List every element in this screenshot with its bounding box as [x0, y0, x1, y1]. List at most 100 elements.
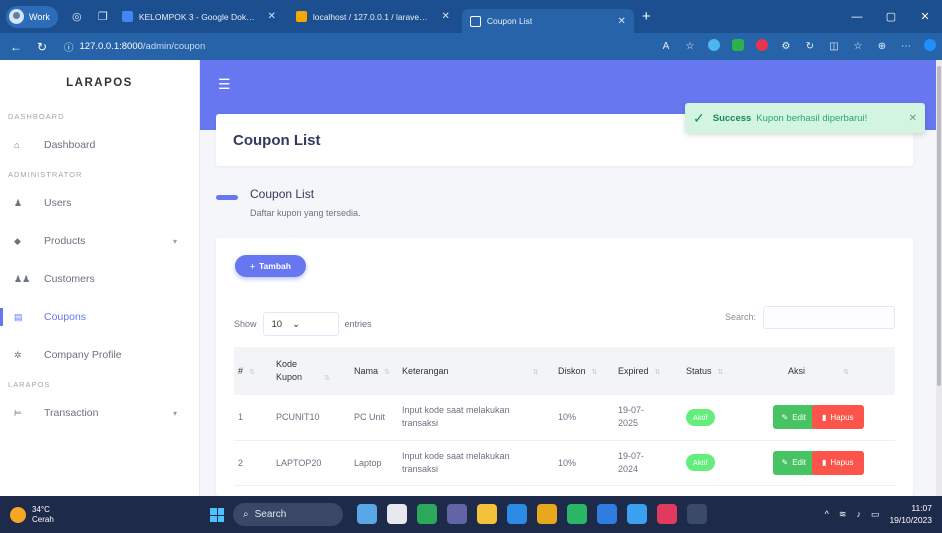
- battery-icon[interactable]: ▭: [871, 509, 880, 520]
- extension-icon[interactable]: [726, 39, 750, 54]
- tab-phpmyadmin[interactable]: localhost / 127.0.0.1 / laravel_lar ✕: [288, 5, 458, 29]
- app-icon[interactable]: [657, 504, 677, 524]
- chevron-up-icon[interactable]: ^: [825, 509, 829, 519]
- sidebar-item-label: Company Profile: [44, 349, 122, 361]
- volume-icon[interactable]: ♪: [856, 509, 861, 519]
- tab-actions-icon[interactable]: ❐: [96, 10, 110, 23]
- more-icon[interactable]: ⋯: [894, 41, 918, 52]
- sidebar-item-label: Coupons: [44, 311, 87, 323]
- sidebar-section-administrator: ADMINISTRATOR: [8, 169, 83, 179]
- edit-button[interactable]: ✎ Edit: [773, 405, 814, 430]
- sort-icon: ⇅: [249, 369, 255, 376]
- back-icon[interactable]: ←: [6, 40, 26, 54]
- col-header-status[interactable]: Status ⇅: [682, 347, 742, 395]
- maximize-icon[interactable]: ▢: [874, 0, 908, 33]
- extension-icon[interactable]: ⚙: [774, 41, 798, 52]
- sidebar-item-transaction[interactable]: ⊨ Transaction ▾: [0, 394, 199, 432]
- sidebar-item-label: Customers: [44, 273, 95, 285]
- add-coupon-button[interactable]: + Tambah: [235, 255, 306, 277]
- table-row: 2 LAPTOP20 Laptop Input kode saat melaku…: [234, 440, 895, 486]
- new-tab-icon[interactable]: +: [642, 8, 651, 25]
- close-window-icon[interactable]: ✕: [908, 0, 942, 33]
- tab-title: KELOMPOK 3 - Google Dokumen: [138, 11, 256, 22]
- search-input[interactable]: [763, 306, 895, 329]
- cell-no: 1: [234, 395, 272, 441]
- brand-logo[interactable]: LARAPOS: [0, 60, 199, 106]
- weather-condition: Cerah: [32, 514, 54, 524]
- copilot-icon[interactable]: [918, 39, 942, 54]
- url-field[interactable]: ⓘ 127.0.0.1:8000/admin/coupon: [64, 40, 205, 54]
- sidebar-item-coupons[interactable]: ▤ Coupons: [0, 298, 199, 336]
- favorites-icon[interactable]: ☆: [846, 41, 870, 52]
- terminal-app-icon[interactable]: [687, 504, 707, 524]
- col-header-kode[interactable]: Kode Kupon ⇅: [272, 347, 350, 395]
- windows-taskbar: 34°C Cerah ⌕ Search ^ ≋ ♪ ▭ 11:07 19/10/…: [0, 496, 942, 533]
- sidebar-item-label: Transaction: [44, 407, 99, 419]
- chrome-app-icon[interactable]: [537, 504, 557, 524]
- sidebar-item-users[interactable]: ♟ Users: [0, 184, 199, 222]
- extension-icon[interactable]: [750, 39, 774, 54]
- sidebar-item-products[interactable]: ◆ Products ▾: [0, 222, 199, 260]
- sort-icon: ⇅: [384, 369, 390, 376]
- col-header-nama[interactable]: Nama ⇅: [350, 347, 398, 395]
- col-header-keterangan[interactable]: Keterangan ⇅: [398, 347, 554, 395]
- messaging-app-icon[interactable]: [567, 504, 587, 524]
- taskbar-apps: [357, 504, 707, 524]
- close-tab-icon[interactable]: ✕: [611, 16, 625, 27]
- delete-button[interactable]: ▮ Hapus: [811, 405, 864, 430]
- favorite-icon[interactable]: ☆: [678, 41, 702, 52]
- tab-coupon-list[interactable]: Coupon List ✕: [461, 9, 634, 33]
- close-tab-icon[interactable]: ✕: [261, 11, 275, 22]
- collections-icon[interactable]: ⊕: [870, 41, 894, 52]
- page-scrollbar[interactable]: [936, 60, 942, 496]
- task-view-icon[interactable]: [387, 504, 407, 524]
- weather-widget[interactable]: 34°C Cerah: [10, 505, 54, 525]
- tab-title: localhost / 127.0.0.1 / laravel_lar: [312, 11, 430, 22]
- clock[interactable]: 11:07 19/10/2023: [889, 502, 932, 526]
- col-header-expired[interactable]: Expired ⇅: [614, 347, 682, 395]
- profile-button[interactable]: Work: [6, 5, 58, 28]
- sort-icon: ⇅: [324, 375, 330, 382]
- split-screen-icon[interactable]: ◫: [822, 41, 846, 52]
- sidebar-item-company-profile[interactable]: ✲ Company Profile: [0, 336, 199, 374]
- refresh-extension-icon[interactable]: ↻: [798, 41, 822, 52]
- edge-app-icon[interactable]: [507, 504, 527, 524]
- whatsapp-app-icon[interactable]: [417, 504, 437, 524]
- widgets-app-icon[interactable]: [357, 504, 377, 524]
- col-header-aksi[interactable]: Aksi ⇅: [742, 347, 895, 395]
- chevron-down-icon: ⌄: [292, 318, 301, 330]
- wifi-icon[interactable]: ≋: [839, 509, 847, 520]
- refresh-icon[interactable]: ↻: [32, 40, 52, 54]
- file-explorer-icon[interactable]: [477, 504, 497, 524]
- menu-toggle-icon[interactable]: ☰: [218, 76, 231, 93]
- success-toast: ✓ Success Kupon berhasil diperbarui! ✕: [685, 103, 925, 133]
- col-header-no[interactable]: # ⇅: [234, 347, 272, 395]
- search-label: Search:: [725, 312, 757, 322]
- sidebar-section-larapos: LARAPOS: [8, 379, 51, 389]
- teams-app-icon[interactable]: [447, 504, 467, 524]
- add-button-label: Tambah: [259, 261, 291, 271]
- delete-button[interactable]: ▮ Hapus: [811, 450, 864, 475]
- close-tab-icon[interactable]: ✕: [435, 11, 449, 22]
- close-toast-icon[interactable]: ✕: [909, 113, 917, 124]
- delete-label: Hapus: [830, 412, 854, 422]
- workspaces-icon[interactable]: ◎: [70, 10, 84, 23]
- vscode-app-icon[interactable]: [597, 504, 617, 524]
- entries-select[interactable]: 10 ⌄: [262, 312, 339, 336]
- windows-start-icon[interactable]: [210, 508, 224, 522]
- edit-button[interactable]: ✎ Edit: [773, 450, 814, 475]
- system-tray: ^ ≋ ♪ ▭ 11:07 19/10/2023: [825, 502, 932, 526]
- sidebar-item-dashboard[interactable]: ⌂ Dashboard: [0, 126, 199, 164]
- browser-toolbar-icons: A ☆ ⚙ ↻ ◫ ☆ ⊕ ⋯: [654, 33, 942, 60]
- weather-temp: 34°C: [32, 504, 50, 514]
- col-header-diskon[interactable]: Diskon ⇅: [554, 347, 614, 395]
- tab-google-docs[interactable]: KELOMPOK 3 - Google Dokumen ✕: [114, 5, 284, 29]
- sidebar: LARAPOS DASHBOARD ⌂ Dashboard ADMINISTRA…: [0, 60, 200, 496]
- taskbar-search[interactable]: ⌕ Search: [233, 503, 343, 526]
- minimize-icon[interactable]: —: [840, 0, 874, 33]
- extension-icon[interactable]: [702, 39, 726, 54]
- user-icon: ♟: [14, 197, 23, 208]
- telegram-app-icon[interactable]: [627, 504, 647, 524]
- read-aloud-icon[interactable]: A: [654, 41, 678, 52]
- sidebar-item-customers[interactable]: ♟♟ Customers: [0, 260, 199, 298]
